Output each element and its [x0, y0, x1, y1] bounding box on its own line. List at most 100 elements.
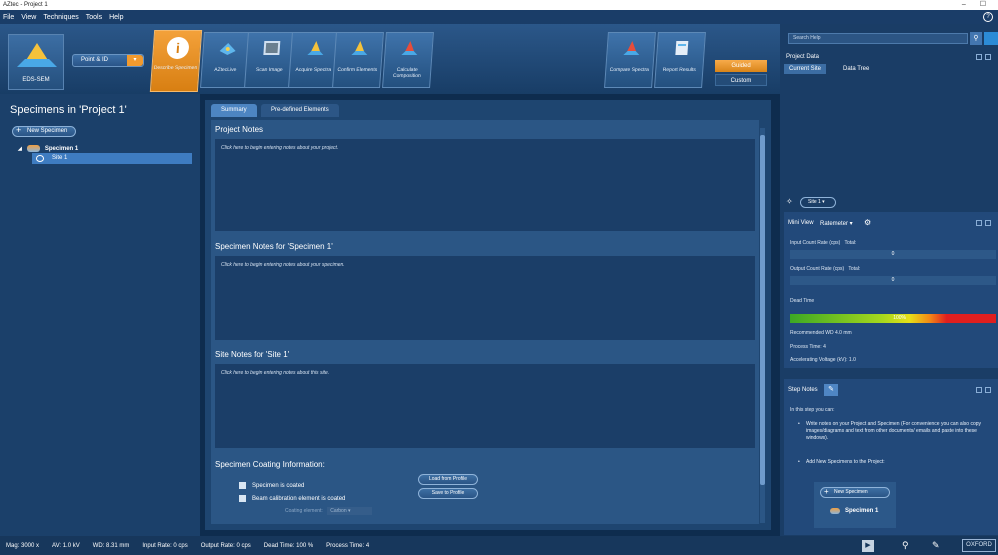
center-scroll-thumb[interactable]	[760, 135, 765, 485]
eds-sem-button[interactable]: EDS-SEM	[8, 34, 64, 90]
play-icon[interactable]: ▶	[862, 540, 874, 552]
input-count-rate-text: Input Count Rate (cps)	[790, 240, 841, 246]
coating-element-value: Carbon	[330, 508, 347, 514]
search-icon[interactable]: ⚲	[970, 32, 982, 45]
step-label: Describe Specimen	[153, 65, 198, 71]
tree-site-item[interactable]: Site 1	[32, 153, 192, 164]
compare-spectra-button[interactable]: Compare Spectra	[604, 32, 656, 88]
site-notes-placeholder: Click here to begin entering notes about…	[221, 370, 330, 376]
report-results-button[interactable]: Report Results	[654, 32, 706, 88]
load-from-profile-button[interactable]: Load from Profile	[418, 474, 478, 485]
menu-tools[interactable]: Tools	[86, 14, 102, 21]
minimize-icon[interactable]	[976, 54, 982, 60]
input-count-rate-label: Input Count Rate (cps) Total:	[790, 240, 856, 246]
beam-calibration-checkbox[interactable]	[239, 495, 246, 502]
gear-icon[interactable]: ⚙	[864, 218, 871, 227]
site-notes-title: Site Notes for 'Site 1'	[215, 350, 290, 359]
status-process-time: Process Time: 4	[326, 542, 370, 549]
tree-specimen-item[interactable]: ◢ Specimen 1	[18, 145, 78, 152]
site-label: Site 1	[52, 155, 68, 161]
new-specimen-button[interactable]: + New Specimen	[12, 126, 76, 137]
save-to-profile-button[interactable]: Save to Profile	[418, 488, 478, 499]
panel-title: Specimens in 'Project 1'	[10, 104, 127, 116]
beam-calibration-label: Beam calibration element is coated	[252, 495, 346, 502]
menu-techniques[interactable]: Techniques	[43, 14, 78, 21]
coating-element-row: Coating element: Carbon ▾	[285, 507, 373, 515]
tab-data-tree[interactable]: Data Tree	[838, 64, 874, 74]
composition-icon	[401, 41, 418, 55]
status-bar: Mag: 3000 x AV: 1.0 kV WD: 8.31 mm Input…	[0, 536, 998, 555]
minimize-icon[interactable]	[976, 220, 982, 226]
expand-icon[interactable]: ◢	[18, 146, 22, 152]
step-calculate-composition[interactable]: Calculate Composition	[382, 32, 434, 88]
tab-predefined-elements[interactable]: Pre-defined Elements	[261, 104, 339, 117]
probe-icon[interactable]: ⚲	[902, 540, 909, 551]
project-notes-field[interactable]: Click here to begin entering notes about…	[215, 139, 755, 231]
window-controls[interactable]: – ☐	[962, 0, 992, 8]
specimen-notes-field[interactable]: Click here to begin entering notes about…	[215, 256, 755, 340]
right-panel: Search Help ⚲ Project Data Current Site …	[780, 24, 998, 536]
site-notes-field[interactable]: Click here to begin entering notes about…	[215, 364, 755, 448]
guided-mode-button[interactable]: Guided	[715, 60, 767, 72]
custom-mode-button[interactable]: Custom	[715, 74, 767, 86]
status-mag: Mag: 3000 x	[6, 542, 40, 549]
specimen-icon	[26, 145, 40, 152]
step-notes-title: Step Notes	[788, 387, 818, 393]
mini-specimen-item: Specimen 1	[830, 508, 878, 514]
edit-icon[interactable]: ✎	[824, 384, 838, 396]
output-total-label: Total:	[848, 266, 861, 272]
specimen-notes-card: Specimen Notes for 'Specimen 1' Click he…	[211, 236, 759, 344]
step-notes-panel: Step Notes ✎ In this step you can: • Wri…	[784, 379, 998, 535]
maximize-icon[interactable]	[985, 54, 991, 60]
ratemeter-dropdown[interactable]: Ratemeter ▾	[820, 220, 853, 227]
window-titlebar: AZtec - Project 1 – ☐	[0, 0, 998, 10]
status-dead-time: Dead Time: 100 %	[263, 542, 314, 549]
pin-icon[interactable]: ✧	[786, 197, 793, 206]
specimen-coated-row[interactable]: Specimen is coated	[239, 482, 304, 489]
accelerating-voltage: Accelerating Voltage (kV): 1.0	[790, 357, 856, 363]
step-bullet: • Add New Specimens to the Project:	[798, 459, 996, 466]
menu-view[interactable]: View	[21, 14, 36, 21]
coating-card: Specimen Coating Information: Specimen i…	[211, 452, 759, 524]
help-search-extra-button[interactable]	[984, 32, 998, 45]
coating-title: Specimen Coating Information:	[215, 460, 325, 469]
live-icon	[219, 43, 236, 55]
step-bullet-text: Add New Specimens to the Project:	[806, 459, 885, 465]
image-icon	[263, 41, 281, 55]
menu-file[interactable]: File	[3, 14, 14, 21]
menu-bar: File View Techniques Tools Help ?	[0, 10, 998, 24]
site-selector-dropdown[interactable]: Site 1 ▾	[800, 197, 836, 208]
pen-icon[interactable]: ✎	[932, 540, 940, 551]
beam-calibration-row[interactable]: Beam calibration element is coated	[239, 495, 345, 502]
spectrum-icon	[351, 41, 368, 55]
coating-element-select[interactable]: Carbon ▾	[327, 507, 373, 515]
search-help-input[interactable]: Search Help	[788, 33, 968, 44]
specimen-icon	[830, 508, 840, 514]
report-results-label: Report Results	[662, 67, 697, 73]
step-describe-specimen[interactable]: i Describe Specimen	[149, 30, 203, 92]
oxford-logo: OXFORD	[962, 539, 996, 552]
tab-current-site[interactable]: Current Site	[784, 64, 827, 74]
step-label: AZtecLive	[213, 67, 237, 73]
mini-new-specimen-button[interactable]: + New Specimen	[820, 487, 890, 498]
eds-sem-label: EDS-SEM	[22, 77, 50, 83]
main-content: Summary Pre-defined Elements Project Not…	[205, 100, 771, 530]
step-bullet-text: Write notes on your Project and Specimen…	[806, 421, 981, 441]
bullet-dot: •	[798, 421, 800, 427]
minimize-icon[interactable]	[976, 387, 982, 393]
specimen-coated-checkbox[interactable]	[239, 482, 246, 489]
menu-help[interactable]: Help	[109, 14, 123, 21]
maximize-icon[interactable]	[985, 387, 991, 393]
mini-view-panel: Mini View Ratemeter ▾ ⚙ Input Count Rate…	[784, 212, 998, 368]
coating-element-label: Coating element:	[285, 508, 323, 514]
step-confirm-elements[interactable]: Confirm Elements	[332, 32, 384, 88]
report-icon	[675, 41, 689, 55]
step-intro: In this step you can:	[790, 407, 835, 413]
mini-view-title: Mini View	[788, 220, 814, 226]
status-output-rate: Output Rate: 0 cps	[200, 542, 251, 549]
tab-summary[interactable]: Summary	[211, 104, 257, 117]
help-icon[interactable]: ?	[983, 12, 993, 22]
maximize-icon[interactable]	[985, 220, 991, 226]
mode-dropdown[interactable]: Point & ID ▾	[72, 54, 144, 67]
bullet-dot: •	[798, 459, 800, 465]
